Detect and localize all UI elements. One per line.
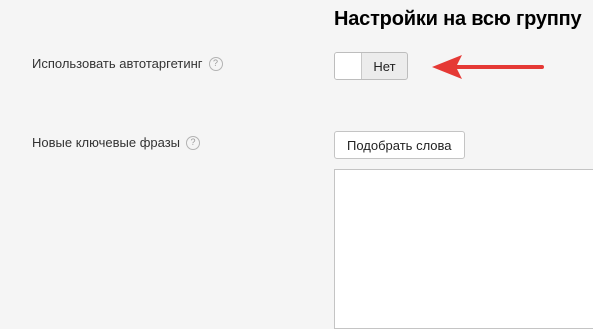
toggle-value-label[interactable]: Нет <box>362 53 407 79</box>
pick-words-button[interactable]: Подобрать слова <box>334 131 465 159</box>
help-icon[interactable]: ? <box>208 56 223 71</box>
keywords-row-label: Новые ключевые фразы ? <box>32 135 201 150</box>
arrow-left-icon <box>432 55 544 79</box>
page-title: Настройки на всю группу <box>334 8 582 30</box>
keywords-label: Новые ключевые фразы <box>32 135 181 150</box>
autotargeting-row-label: Использовать автотаргетинг ? <box>32 56 223 71</box>
help-icon[interactable]: ? <box>186 135 201 150</box>
autotargeting-label: Использовать автотаргетинг <box>32 56 203 71</box>
keywords-textarea[interactable] <box>334 169 593 329</box>
toggle-knob[interactable] <box>335 53 362 79</box>
autotargeting-toggle[interactable]: Нет <box>334 52 408 80</box>
